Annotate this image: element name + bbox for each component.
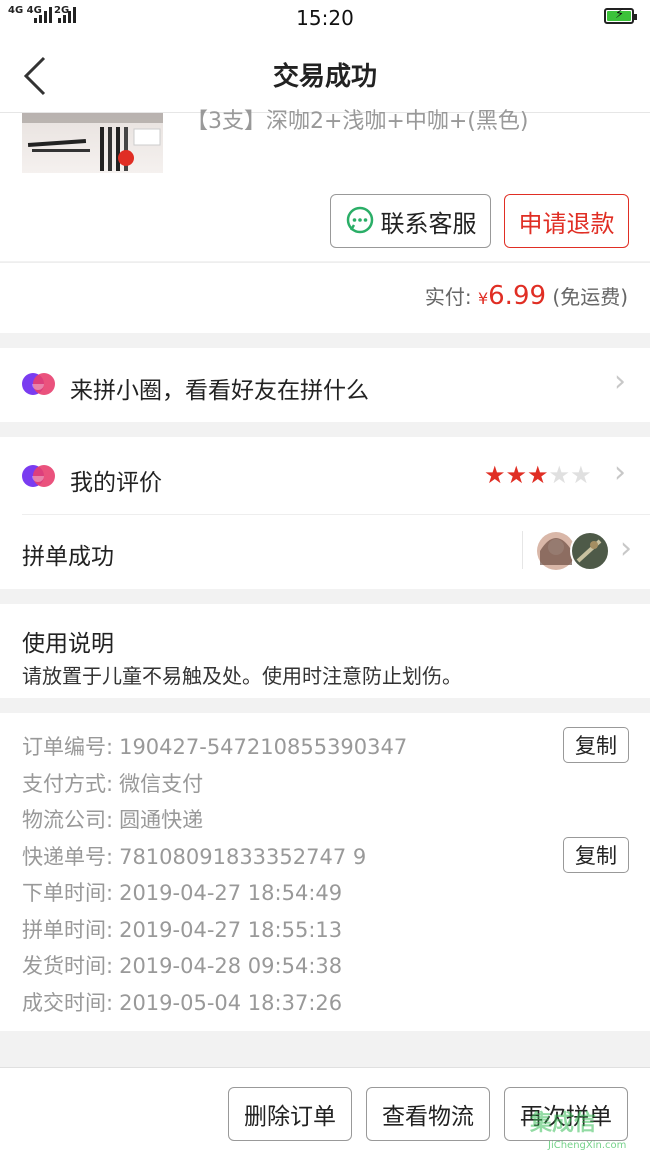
review-logo-icon: [22, 465, 55, 487]
delete-order-label: 删除订单: [244, 1104, 336, 1130]
order-info-line: 支付方式: 微信支付: [22, 768, 203, 798]
star-filled-icon: ★: [527, 461, 549, 489]
order-info-label: 物流公司:: [22, 808, 114, 832]
group-success-label: 拼单成功: [22, 544, 114, 570]
watermark-url: JiChengXin.com: [548, 1140, 627, 1151]
order-info-value: 190427-547210855390347: [119, 735, 408, 759]
delete-order-button[interactable]: 删除订单: [228, 1087, 352, 1141]
order-info-value: 微信支付: [119, 771, 204, 796]
order-info-value: 2019-04-27 18:55:13: [119, 917, 343, 942]
order-info-line: 发货时间: 2019-04-28 09:54:38: [22, 950, 342, 980]
star-filled-icon: ★: [505, 461, 528, 489]
order-info-line: 快递单号: 78108091833352747 9: [22, 841, 366, 871]
order-info-label: 快递单号:: [22, 844, 114, 869]
order-info-line: 订单编号: 190427-547210855390347: [22, 731, 407, 761]
star-empty-icon: ★: [548, 461, 571, 489]
order-info-label: 成交时间:: [22, 990, 114, 1015]
friend-circle-row[interactable]: 来拼小圈，看看好友在拼什么 ›: [0, 348, 650, 422]
contact-service-label: 联系客服: [380, 209, 477, 238]
review-card: 我的评价 ★★★★★ › 拼单成功 ›: [0, 437, 650, 589]
order-info-section: 订单编号: 190427-547210855390347 复制 支付方式: 微信支付 物流…: [0, 713, 650, 1031]
order-info-value: 2019-05-04 18:37:26: [119, 990, 343, 1015]
contact-service-button[interactable]: 联系客服: [330, 194, 491, 248]
rating-stars: ★★★★★: [484, 461, 592, 489]
product-name: 【3支】深咖2+浅咖+中咖+(黑色): [186, 109, 529, 134]
page-title: 交易成功: [272, 62, 377, 92]
usage-section: 使用说明 请放置于儿童不易触及处。使用时注意防止划伤。: [0, 604, 650, 698]
my-review-row[interactable]: 我的评价 ★★★★★ ›: [0, 437, 650, 514]
pinxiaoquan-logo-icon: [22, 373, 55, 395]
view-logistics-button[interactable]: 查看物流: [366, 1087, 490, 1141]
member-avatar: [570, 531, 610, 571]
status-bar: 4G 4G 2G 15:20 ⚡: [0, 0, 650, 36]
order-info-label: 发货时间:: [22, 954, 114, 978]
order-info-value: 2019-04-27 18:54:49: [119, 881, 343, 905]
product-section: 【3支】深咖2+浅咖+中咖+(黑色) 联系客服 申请退款: [0, 109, 650, 261]
paid-label: 实付:: [424, 285, 472, 309]
chevron-right-icon: ›: [614, 455, 626, 490]
payment-summary: 实付: ¥6.99 (免运费): [425, 281, 628, 311]
order-info-line: 拼单时间: 2019-04-27 18:55:13: [22, 914, 342, 944]
battery-icon: ⚡: [604, 7, 637, 24]
nav-header: 交易成功: [0, 36, 650, 113]
copy-label: 复制: [575, 734, 617, 758]
star-empty-icon: ★: [570, 461, 592, 489]
payment-row: 实付: ¥6.99 (免运费): [0, 262, 650, 333]
watermark-logo: 集成信: [530, 1111, 597, 1136]
order-info-label: 支付方式:: [22, 771, 114, 796]
order-info-label: 拼单时间:: [22, 917, 114, 942]
order-info-label: 下单时间:: [22, 881, 114, 905]
clock: 15:20: [296, 6, 354, 30]
copy-label: 复制: [575, 843, 617, 868]
divider: [522, 531, 523, 569]
wechat-chat-icon: [346, 206, 373, 234]
currency-symbol: ¥: [477, 289, 489, 308]
order-info-value: 78108091833352747 9: [119, 844, 367, 869]
shipping-note: (免运费): [552, 285, 628, 309]
order-info-line: 成交时间: 2019-05-04 18:37:26: [22, 987, 342, 1017]
copy-button[interactable]: 复制: [563, 727, 629, 763]
order-info-value: 圆通快递: [119, 808, 204, 832]
my-review-label: 我的评价: [70, 470, 162, 496]
usage-text: 请放置于儿童不易触及处。使用时注意防止划伤。: [22, 664, 462, 688]
copy-button[interactable]: 复制: [563, 836, 629, 873]
order-info-line: 下单时间: 2019-04-27 18:54:49: [22, 877, 342, 907]
refund-label: 申请退款: [518, 209, 615, 238]
paid-amount: 6.99: [488, 281, 547, 311]
order-info-label: 订单编号:: [22, 735, 114, 759]
view-logistics-label: 查看物流: [382, 1104, 474, 1130]
group-success-row[interactable]: 拼单成功 ›: [0, 515, 650, 589]
eyebrow-pencil-image: [22, 113, 163, 171]
chevron-right-icon: ›: [620, 531, 632, 566]
order-info-value: 2019-04-28 09:54:38: [119, 954, 343, 978]
chevron-right-icon: ›: [614, 364, 626, 399]
refund-button[interactable]: 申请退款: [504, 194, 629, 248]
star-filled-icon: ★: [484, 461, 506, 489]
product-image[interactable]: [22, 113, 163, 173]
usage-title: 使用说明: [22, 631, 114, 657]
order-info-line: 物流公司: 圆通快递: [22, 804, 203, 834]
friend-circle-label: 来拼小圈，看看好友在拼什么: [70, 378, 369, 404]
